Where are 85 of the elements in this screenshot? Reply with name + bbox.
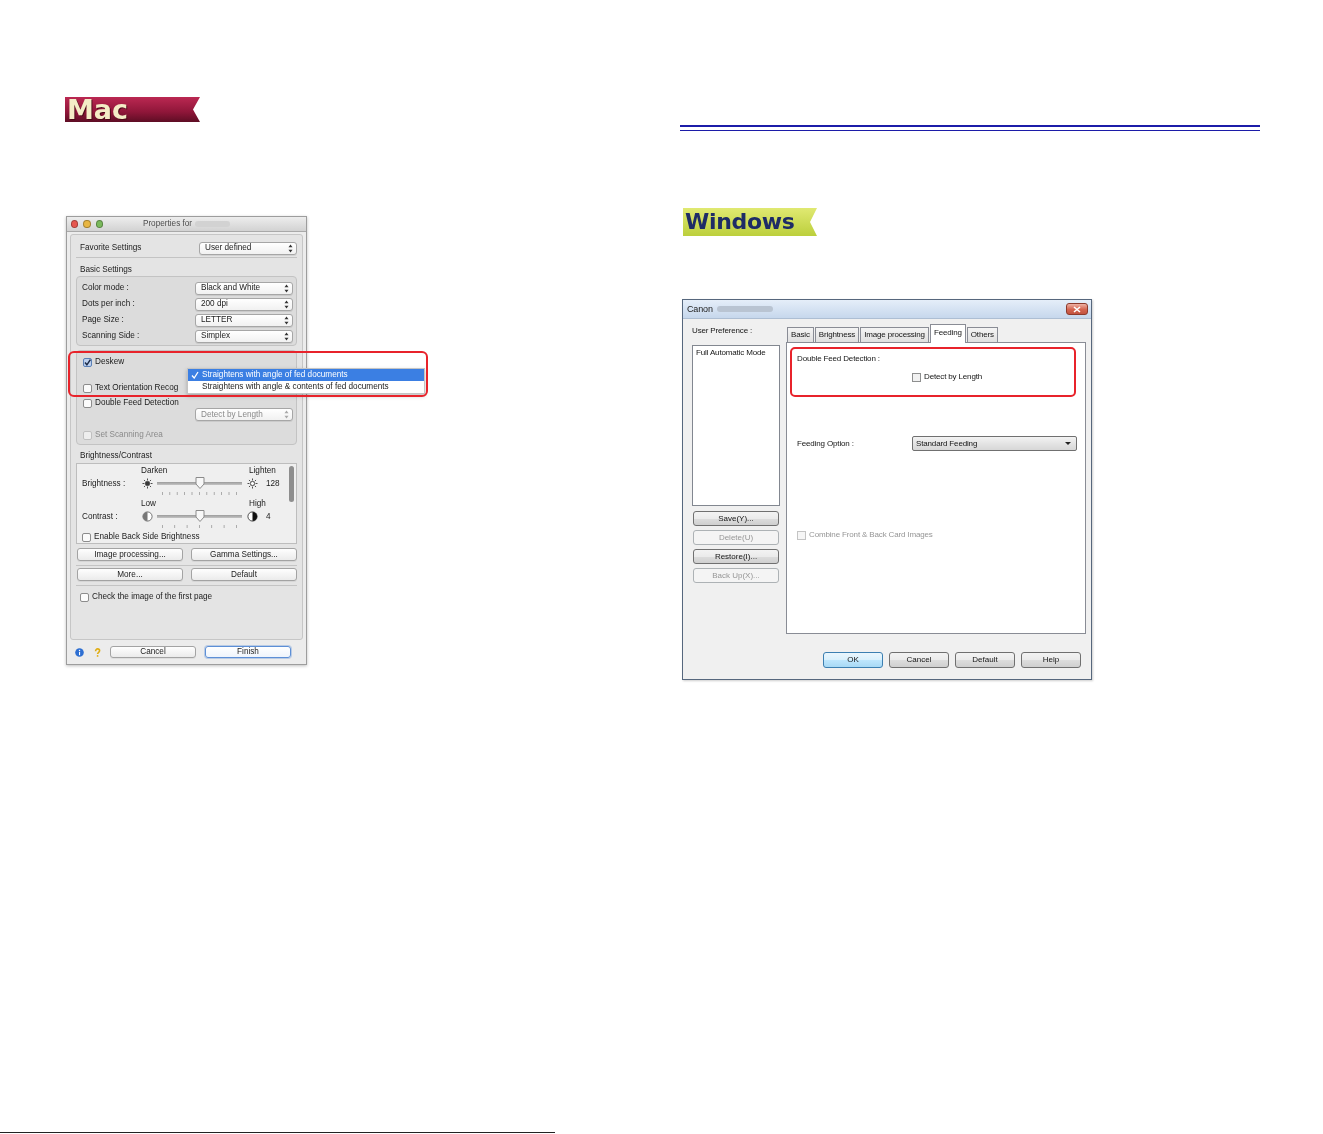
sun-icon: [247, 478, 258, 489]
field-label: Scanning Side :: [82, 331, 140, 341]
checkbox[interactable]: [80, 592, 89, 602]
tab[interactable]: Image processing: [860, 327, 929, 342]
close-icon[interactable]: [71, 220, 79, 228]
slider-thumb[interactable]: [194, 477, 205, 489]
section-heading: Basic Settings: [80, 265, 132, 275]
zoom-icon[interactable]: [95, 220, 103, 228]
dropdown[interactable]: 200 dpi: [195, 297, 293, 311]
dialog-button[interactable]: Gamma Settings...: [191, 548, 297, 561]
menu-item[interactable]: Straightens with angle of fed documents: [188, 369, 424, 381]
sun-icon: [142, 478, 153, 489]
group-label: Double Feed Detection :: [797, 354, 880, 364]
menu-item[interactable]: Straightens with angle & contents of fed documents: [188, 381, 424, 393]
field-label: User Preference :: [692, 326, 753, 336]
dialog-button[interactable]: Finish: [205, 646, 291, 658]
slider-max-label: High: [249, 499, 266, 508]
tab[interactable]: Basic: [787, 327, 814, 342]
checkbox[interactable]: [912, 372, 921, 382]
slider-value: 128: [266, 478, 280, 489]
checkbox[interactable]: [82, 532, 91, 542]
tab[interactable]: Others: [966, 327, 998, 342]
field-label: Color mode :: [82, 283, 129, 293]
help-icon[interactable]: [93, 647, 102, 657]
info-icon[interactable]: [75, 647, 84, 657]
section-badge: Mac: [65, 97, 200, 122]
blurred-text: [716, 306, 773, 312]
slider-label: Contrast :: [82, 511, 118, 522]
slider-min-label: Low: [141, 499, 157, 508]
checkbox[interactable]: [83, 357, 92, 367]
field-label: Page Size :: [82, 315, 124, 325]
checkbox-label: Enable Back Side Brightness: [94, 532, 200, 542]
minimize-icon[interactable]: [83, 220, 91, 228]
dropdown[interactable]: Simplex: [195, 329, 293, 343]
section-badge: Windows: [683, 208, 817, 236]
contrast-icon: [142, 511, 153, 522]
dropdown[interactable]: User defined: [199, 241, 297, 255]
dropdown[interactable]: Standard Feeding: [912, 436, 1077, 451]
stepper-icon: [284, 283, 289, 293]
scrollbar-thumb[interactable]: [289, 466, 294, 502]
contrast-icon: [247, 511, 258, 522]
stepper-icon: [284, 299, 289, 309]
checkbox-label: Text Orientation Recog: [95, 383, 179, 393]
slider-max-label: Lighten: [249, 466, 276, 475]
slider-thumb[interactable]: [194, 510, 205, 522]
dropdown[interactable]: Black and White: [195, 281, 293, 295]
dialog-button[interactable]: Save(Y)...: [693, 511, 779, 526]
window-title: Properties for: [142, 219, 193, 229]
stepper-icon: [284, 315, 289, 325]
dialog-button[interactable]: OK: [823, 652, 883, 668]
dialog-button[interactable]: More...: [77, 568, 183, 581]
checkbox-label: Set Scanning Area: [95, 430, 163, 440]
dropdown-arrow-icon: [1065, 442, 1071, 445]
slider-min-label: Darken: [141, 466, 168, 475]
field-label: Dots per inch :: [82, 299, 135, 309]
stepper-icon: [284, 331, 289, 341]
tab[interactable]: Feeding: [929, 324, 966, 343]
dropdown[interactable]: LETTER: [195, 313, 293, 327]
close-button[interactable]: [1066, 303, 1088, 315]
dialog-button[interactable]: Default: [955, 652, 1015, 668]
checkbox-label: Check the image of the first page: [92, 592, 213, 602]
stepper-icon: [288, 243, 293, 253]
dialog-button[interactable]: Help: [1021, 652, 1081, 668]
close-icon: [1073, 305, 1081, 313]
checkmark-icon: [191, 371, 199, 379]
checkbox[interactable]: [83, 383, 92, 393]
window-title: Canon: [687, 304, 713, 314]
field-label: Feeding Option :: [797, 438, 854, 449]
tab[interactable]: Brightness: [814, 327, 860, 342]
section-heading: Brightness/Contrast: [80, 451, 152, 461]
dialog-button[interactable]: Cancel: [110, 646, 196, 658]
slider-label: Brightness :: [82, 478, 126, 489]
dialog-button[interactable]: Default: [191, 568, 297, 581]
dialog-button[interactable]: Image processing...: [77, 548, 183, 561]
checkbox-label: Detect by Length: [924, 372, 983, 382]
checkbox-label: Combine Front & Back Card Images: [809, 530, 933, 540]
checkbox-label: Deskew: [95, 357, 125, 367]
stepper-icon: [284, 410, 289, 419]
slider-value: 4: [266, 511, 271, 522]
list-item[interactable]: Full Automatic Mode: [696, 348, 766, 358]
field-label: Favorite Settings: [80, 243, 142, 253]
dialog-button[interactable]: Restore(I)...: [693, 549, 779, 564]
dialog-button[interactable]: Cancel: [889, 652, 949, 668]
checkbox[interactable]: [83, 398, 92, 408]
checkbox-label: Double Feed Detection: [95, 398, 179, 408]
